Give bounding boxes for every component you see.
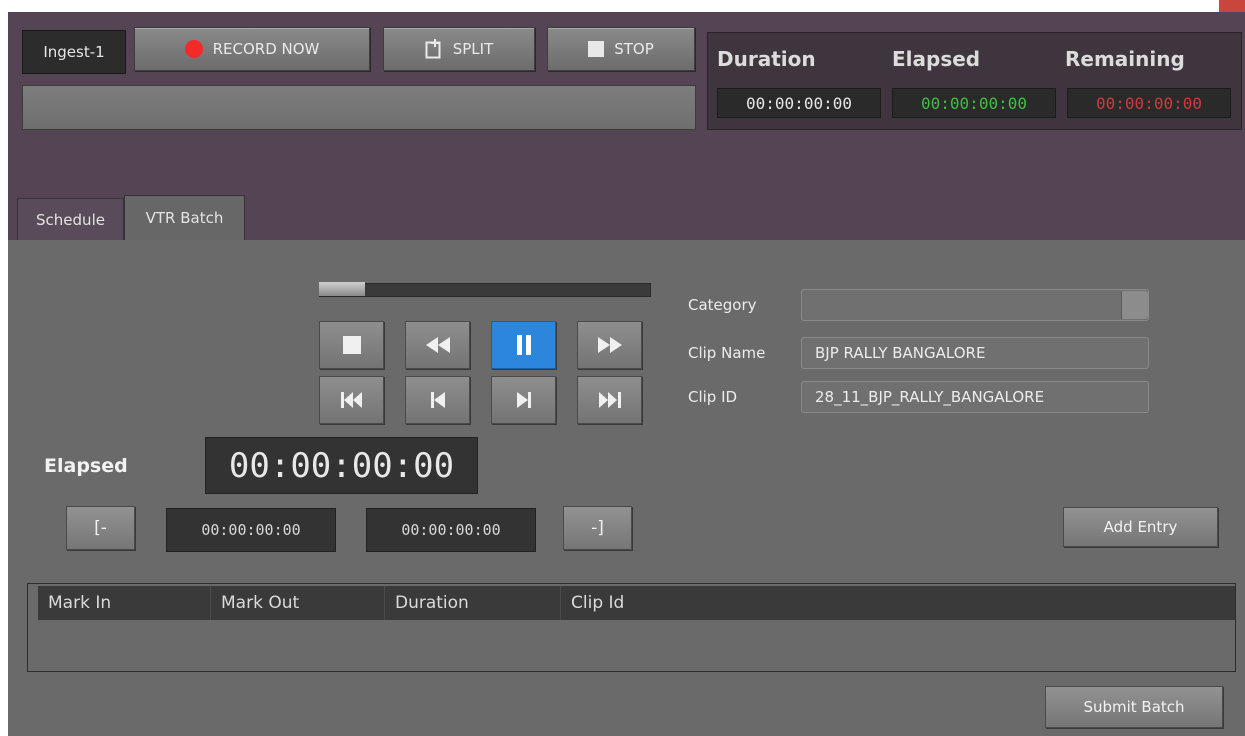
clip-id-field[interactable]: 28_11_BJP_RALLY_BANGALORE [801, 381, 1149, 413]
step-back-icon [430, 392, 445, 408]
column-mark-in[interactable]: Mark In [38, 586, 211, 620]
category-dropdown-button[interactable] [1121, 291, 1148, 319]
stop-icon [342, 336, 361, 354]
remaining-timecode: 00:00:00:00 [1067, 88, 1231, 118]
stop-icon [588, 41, 605, 57]
step-forward-icon [516, 392, 531, 408]
pause-button[interactable] [491, 321, 556, 369]
fast-forward-icon [597, 337, 622, 353]
stop-button[interactable]: STOP [547, 27, 695, 71]
timer-panel: Duration Elapsed Remaining 00:00:00:00 0… [707, 32, 1242, 130]
go-to-start-button[interactable] [319, 376, 384, 424]
go-to-end-button[interactable] [577, 376, 642, 424]
mark-in-button[interactable]: [- [66, 506, 135, 550]
duration-timecode: 00:00:00:00 [717, 88, 881, 118]
rewind-button[interactable] [405, 321, 470, 369]
elapsed-timecode: 00:00:00:00 [892, 88, 1056, 118]
remaining-header: Remaining [1065, 47, 1185, 71]
go-to-start-icon [340, 392, 362, 408]
mark-out-button[interactable]: -] [563, 506, 632, 550]
column-duration[interactable]: Duration [385, 586, 561, 620]
mark-in-timecode[interactable]: 00:00:00:00 [166, 508, 336, 552]
add-entry-button[interactable]: Add Entry [1063, 507, 1218, 547]
tab-schedule[interactable]: Schedule [17, 198, 124, 240]
category-dropdown[interactable] [801, 289, 1149, 321]
clip-id-label: Clip ID [688, 388, 738, 406]
scrub-handle[interactable] [319, 282, 365, 296]
split-icon [425, 39, 443, 59]
transport-stop-button[interactable] [319, 321, 384, 369]
elapsed-label: Elapsed [44, 455, 128, 477]
ingest-channel-label: Ingest-1 [22, 30, 126, 74]
clip-name-field[interactable]: BJP RALLY BANGALORE [801, 337, 1149, 369]
clip-name-label: Clip Name [688, 344, 766, 362]
scrub-bar[interactable] [319, 283, 651, 297]
record-icon [184, 40, 203, 58]
column-mark-out[interactable]: Mark Out [211, 586, 385, 620]
duration-header: Duration [717, 47, 816, 71]
fast-forward-button[interactable] [577, 321, 642, 369]
mark-out-timecode[interactable]: 00:00:00:00 [366, 508, 536, 552]
record-now-label: RECORD NOW [212, 40, 320, 58]
column-clip-id[interactable]: Clip Id [561, 586, 1235, 620]
step-back-button[interactable] [405, 376, 470, 424]
pause-icon [516, 335, 531, 355]
go-to-end-icon [598, 392, 621, 408]
step-forward-button[interactable] [491, 376, 556, 424]
record-now-button[interactable]: RECORD NOW [134, 27, 370, 71]
rewind-icon [425, 337, 450, 353]
elapsed-header: Elapsed [892, 47, 981, 71]
record-progress-bar [22, 85, 696, 130]
elapsed-big-timecode: 00:00:00:00 [205, 437, 478, 494]
submit-batch-button[interactable]: Submit Batch [1045, 686, 1223, 728]
category-label: Category [688, 296, 757, 314]
tab-vtr-batch[interactable]: VTR Batch [124, 195, 245, 240]
stop-label: STOP [614, 40, 654, 58]
window-corner-indicator [1219, 0, 1245, 12]
split-label: SPLIT [452, 40, 494, 58]
split-button[interactable]: SPLIT [383, 27, 535, 71]
